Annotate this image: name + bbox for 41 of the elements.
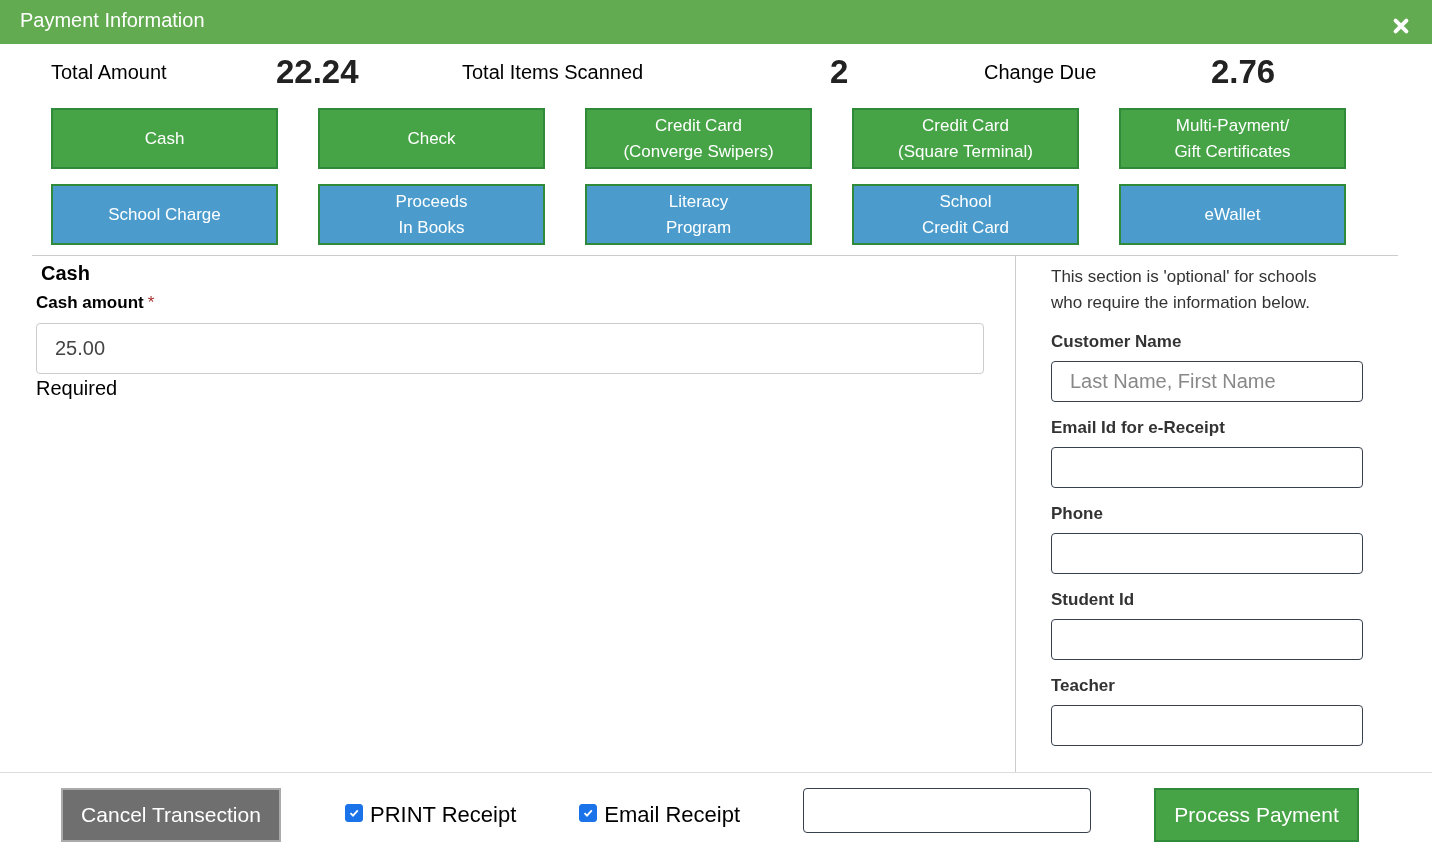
summary-value: 22.24 (276, 53, 360, 91)
close-icon[interactable] (1392, 17, 1410, 35)
payment-method-button[interactable]: Proceeds In Books (318, 184, 545, 245)
window-title: Payment Information (20, 8, 205, 32)
cash-amount-field[interactable]: 25.00 (36, 323, 984, 374)
payment-method-button[interactable]: Cash (51, 108, 278, 169)
input-field[interactable] (1051, 619, 1363, 660)
cancel-button[interactable]: Cancel Transection (61, 787, 281, 842)
required-mark: * (147, 293, 155, 313)
payment-method-button[interactable]: School Credit Card (852, 184, 1079, 245)
checkbox-label: PRINT Receipt (370, 801, 517, 828)
payment-method-button[interactable]: Credit Card (Converge Swipers) (585, 108, 812, 169)
field-label: Email Id for e-Receipt (1051, 418, 1226, 438)
input-field[interactable]: Last Name, First Name (1051, 361, 1363, 402)
section-title: Cash (40, 262, 91, 285)
validation-message: Required (36, 377, 119, 400)
field-label: Student Id (1051, 590, 1136, 610)
payment-method-button[interactable]: Multi-Payment/ Gift Certificates (1119, 108, 1346, 169)
payment-method-button[interactable]: Literacy Program (585, 184, 812, 245)
summary-label: Total Items Scanned (462, 60, 645, 84)
field-label: Cash amount (36, 293, 144, 313)
checkbox[interactable] (579, 803, 598, 822)
input-field[interactable] (1051, 533, 1363, 574)
process-payment-button[interactable]: Process Payment (1154, 787, 1360, 842)
summary-value: 2 (830, 53, 850, 91)
field-label: Teacher (1051, 676, 1116, 696)
payment-method-button[interactable]: Check (318, 108, 545, 169)
input-field[interactable] (1051, 705, 1363, 746)
optional-note: This section is 'optional' for schools who require the information below. (1051, 266, 1318, 314)
field-label: Phone (1051, 504, 1104, 524)
summary-label: Change Due (984, 60, 1098, 84)
summary-label: Total Amount (51, 60, 168, 84)
input-field[interactable] (1051, 447, 1363, 488)
checkbox[interactable] (345, 803, 363, 822)
checkbox-label: Email Receipt (604, 801, 741, 828)
payment-method-button[interactable]: eWallet (1119, 184, 1346, 245)
summary-value: 2.76 (1211, 53, 1277, 91)
payment-method-button[interactable]: School Charge (51, 184, 278, 245)
email-field[interactable] (803, 788, 1092, 833)
field-label: Customer Name (1051, 332, 1183, 352)
payment-method-button[interactable]: Credit Card (Square Terminal) (852, 108, 1079, 169)
